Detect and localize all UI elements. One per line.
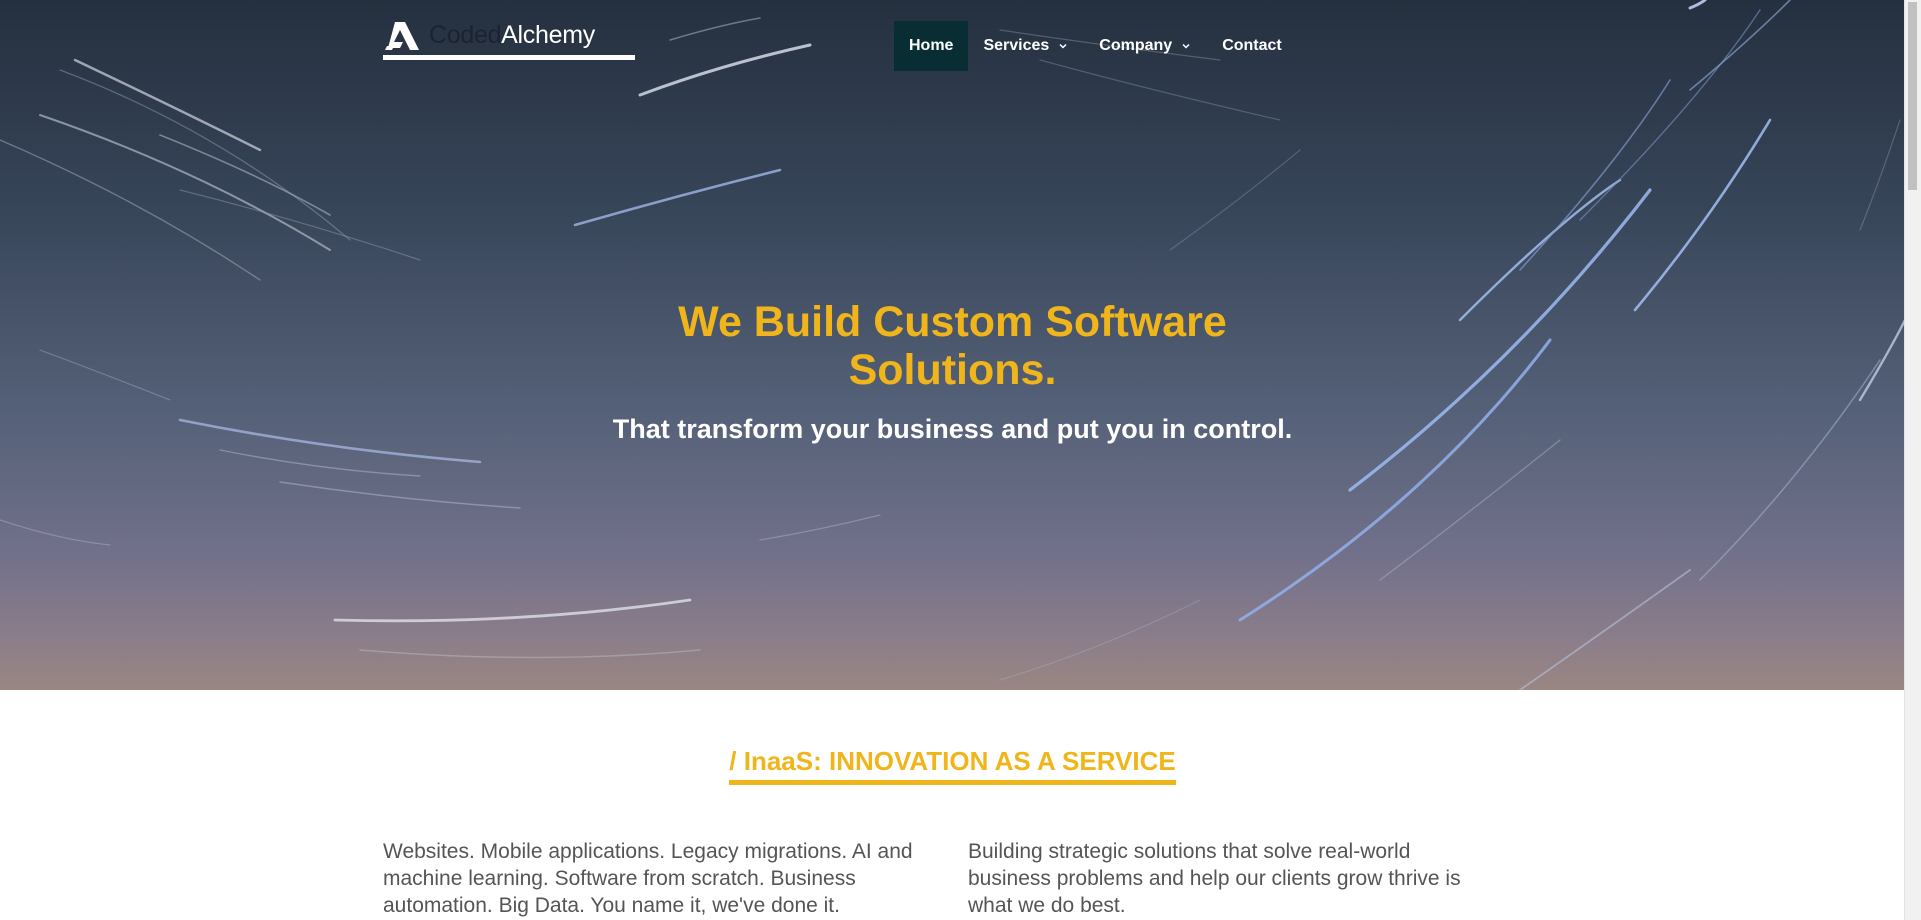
chevron-down-icon	[1059, 43, 1067, 49]
nav-item-label: Home	[909, 37, 954, 54]
hero-title-line-2: Solutions.	[848, 346, 1057, 394]
nav-item-label: Services	[983, 37, 1050, 54]
section-heading: / InaaS: INNOVATION AS A SERVICE	[729, 744, 1176, 785]
site-logo[interactable]: CodedAlchemy	[383, 18, 635, 62]
logo-text-alchemy: Alchemy	[501, 21, 595, 49]
section-heading-wrap: / InaaS: INNOVATION AS A SERVICE	[0, 744, 1905, 785]
logo-text-coded: Coded	[429, 21, 502, 49]
hero-subtitle: That transform your business and put you…	[612, 414, 1293, 444]
nav-item-label: Contact	[1222, 37, 1282, 54]
logo-wordmark: CodedAlchemy	[429, 20, 595, 50]
nav-item-services[interactable]: Services	[968, 21, 1084, 71]
nav-item-contact[interactable]: Contact	[1207, 21, 1297, 71]
intro-text-right: Building strategic solutions that solve …	[968, 840, 1461, 917]
logo-underline	[383, 55, 635, 60]
page: CodedAlchemy Home Services Company Conta…	[0, 0, 1921, 920]
scrollbar-thumb[interactable]	[1908, 2, 1917, 190]
main-nav: Home Services Company Contact	[894, 21, 1297, 71]
hero-section: CodedAlchemy Home Services Company Conta…	[0, 0, 1905, 690]
vertical-scrollbar[interactable]	[1904, 0, 1921, 920]
nav-item-company[interactable]: Company	[1084, 21, 1207, 71]
hero-title: We Build Custom Software Solutions.	[0, 298, 1905, 394]
nav-item-label: Company	[1099, 37, 1173, 54]
chevron-down-icon	[1182, 43, 1190, 49]
nav-item-home[interactable]: Home	[894, 21, 969, 71]
a-letter-logo-icon	[385, 22, 419, 50]
hero-title-line-1: We Build Custom Software	[678, 298, 1227, 346]
intro-text-left: Websites. Mobile applications. Legacy mi…	[383, 840, 913, 917]
